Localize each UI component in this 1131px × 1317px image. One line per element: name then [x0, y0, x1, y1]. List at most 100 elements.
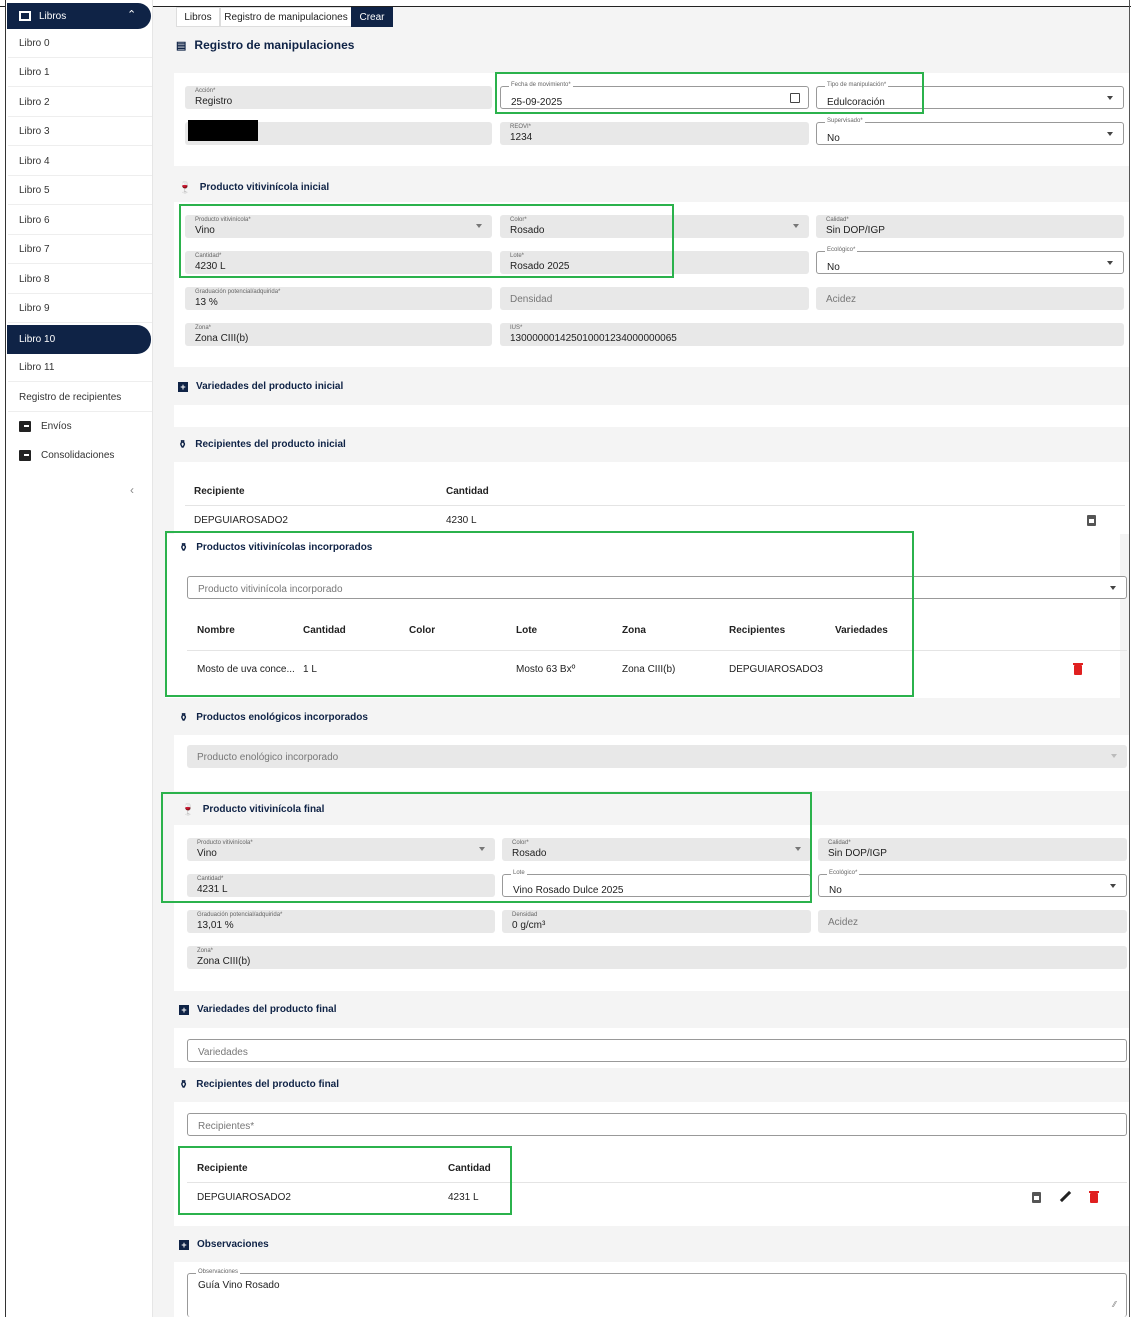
section-variedades-inicial-text: Variedades del producto inicial [196, 381, 344, 392]
zona-value: Zona CIII(b) [197, 956, 251, 967]
zona-label: Zona* [195, 325, 212, 331]
wine-bottle-icon: ⚱ [179, 1079, 189, 1091]
delete-icon[interactable] [1089, 1191, 1099, 1203]
sidebar-item-libro-0[interactable]: Libro 0 [8, 29, 152, 58]
send-list-icon [19, 421, 31, 432]
highlight-box [179, 204, 674, 278]
section-observaciones-text: Observaciones [197, 1239, 269, 1250]
ius-inicial-field: IUS* 130000001425010001234000000065 [500, 323, 1124, 346]
top-border [0, 0, 1131, 7]
section-recipientes-inicial-text: Recipientes del producto inicial [195, 439, 346, 450]
highlight-box [178, 1146, 512, 1215]
section-enologicos: ⚱ Productos enológicos incorporados [179, 711, 368, 724]
chevron-down-icon [1110, 586, 1116, 590]
sidebar-item-envios[interactable]: Envíos [8, 412, 152, 441]
sidebar-item-libro-2[interactable]: Libro 2 [8, 88, 152, 117]
graduacion-value: 13 % [195, 297, 218, 308]
sidebar-item-libro-1[interactable]: Libro 1 [8, 58, 152, 87]
page-title: ▤ Registro de manipulaciones [176, 38, 354, 52]
wine-glass-icon: 🍷 [178, 182, 192, 194]
observaciones-textarea[interactable]: Observaciones Guía Vino Rosado ⁄⁄ [187, 1269, 1127, 1317]
ecologico-inicial-select[interactable]: Ecológico* No [816, 247, 1124, 274]
sidebar-item-label: Libro 3 [19, 125, 50, 137]
consolidation-icon [19, 450, 31, 461]
delete-icon[interactable] [1073, 663, 1083, 675]
ecologico-final-select[interactable]: Ecológico* No [818, 870, 1127, 897]
densidad-inicial-field: Densidad [500, 287, 809, 310]
section-producto-inicial-text: Producto vitivinícola inicial [199, 182, 330, 193]
variedades-final-select[interactable]: Variedades [187, 1039, 1127, 1062]
sidebar-item-libro-7[interactable]: Libro 7 [8, 235, 152, 264]
chevron-down-icon [1107, 261, 1113, 265]
right-border [1129, 0, 1130, 1317]
graduacion-inicial-field: Graduación potencial/adquirida* 13 % [185, 287, 492, 310]
document-icon[interactable] [1087, 515, 1096, 526]
calidad-value: Sin DOP/IGP [828, 848, 887, 859]
sidebar-item-libro-4[interactable]: Libro 4 [8, 147, 152, 176]
ecologico-label: Ecológico* [827, 870, 860, 876]
section-variedades-inicial: + Variedades del producto inicial [178, 381, 343, 392]
sidebar-header-libros[interactable]: Libros ⌃ [7, 3, 151, 29]
ecologico-value: No [827, 262, 840, 273]
sidebar-item-label: Libro 8 [19, 273, 50, 285]
sidebar-item-label: Libro 1 [19, 66, 50, 78]
book-icon: ▤ [176, 39, 187, 52]
graduacion-final-field: Graduación potencial/adquirida* 13,01 % [187, 910, 495, 933]
sidebar-item-label: Registro de recipientes [19, 391, 122, 403]
collapse-sidebar-icon[interactable]: ‹ [130, 483, 134, 497]
producto-enologico-select[interactable]: Producto enológico incorporado [187, 745, 1127, 768]
app-window: Libros ⌃ Libro 0 Libro 1 Libro 2 Libro 3 Lib… [0, 0, 1131, 1317]
recipientes-final-select[interactable]: Recipientes* [187, 1113, 1127, 1136]
calidad-value: Sin DOP/IGP [826, 225, 885, 236]
sidebar-item-libro-8[interactable]: Libro 8 [8, 265, 152, 294]
sidebar-item-label: Libro 11 [19, 361, 55, 373]
sidebar-item-label: Libro 5 [19, 184, 50, 196]
chevron-down-icon [1110, 884, 1116, 888]
supervisado-label: Supervisado* [825, 118, 865, 124]
reovi-value: 1234 [510, 132, 533, 143]
graduacion-label: Graduación potencial/adquirida* [195, 289, 281, 295]
breadcrumb-registro[interactable]: Registro de manipulaciones [220, 7, 352, 27]
zona-value: Zona CIII(b) [195, 333, 249, 344]
sidebar-item-libro-11[interactable]: Libro 11 [8, 353, 152, 382]
reovi-field: REOVI* 1234 [500, 122, 809, 145]
densidad-label: Densidad [512, 912, 538, 918]
sidebar-item-registro-de-recipientes[interactable]: Registro de recipientes [8, 383, 152, 412]
densidad-placeholder: Densidad [510, 294, 553, 305]
accion-field: Acción* Registro [185, 86, 492, 109]
acidez-inicial-field: Acidez [816, 287, 1124, 310]
sidebar-item-libro-5[interactable]: Libro 5 [8, 176, 152, 205]
reovi-label: REOVI* [510, 124, 532, 130]
chevron-down-icon [1107, 132, 1113, 136]
add-box-icon: + [179, 1004, 189, 1015]
sidebar-item-consolidaciones[interactable]: Consolidaciones [8, 441, 152, 470]
document-icon[interactable] [1032, 1192, 1041, 1203]
supervisado-select[interactable]: Supervisado* No [816, 118, 1124, 145]
sidebar-item-libro-3[interactable]: Libro 3 [8, 117, 152, 146]
ecologico-value: No [829, 885, 842, 896]
sidebar-item-label: Libro 0 [19, 37, 50, 49]
ius-value: 130000001425010001234000000065 [510, 333, 677, 344]
sidebar-item-libro-9[interactable]: Libro 9 [8, 294, 152, 323]
breadcrumb-libros[interactable]: Libros [176, 7, 220, 27]
graduacion-value: 13,01 % [197, 920, 234, 931]
sidebar-item-libro-6[interactable]: Libro 6 [8, 206, 152, 235]
section-recipientes-final: ⚱ Recipientes del producto final [179, 1078, 339, 1091]
sidebar-item-libro-10[interactable]: Libro 10 [7, 325, 151, 354]
highlight-box [165, 531, 914, 697]
wine-bottle-icon: ⚱ [178, 439, 188, 451]
section-enologicos-text: Productos enológicos incorporados [196, 712, 368, 723]
observaciones-value: Guía Vino Rosado [198, 1280, 280, 1291]
observaciones-label: Observaciones [196, 1269, 241, 1275]
sidebar-item-label: Consolidaciones [41, 450, 115, 461]
sidebar-item-label: Libro 4 [19, 155, 50, 167]
section-recipientes-final-text: Recipientes del producto final [196, 1079, 340, 1090]
resize-handle-icon[interactable]: ⁄⁄ [1113, 1300, 1116, 1309]
accion-label: Acción* [195, 88, 216, 94]
variedades-inicial-card [174, 405, 1129, 427]
chevron-down-icon [1107, 96, 1113, 100]
section-variedades-final: + Variedades del producto final [179, 1004, 336, 1015]
section-recipientes-inicial: ⚱ Recipientes del producto inicial [178, 438, 346, 451]
chevron-up-icon: ⌃ [127, 9, 137, 21]
sidebar-item-label: Envíos [41, 421, 72, 432]
